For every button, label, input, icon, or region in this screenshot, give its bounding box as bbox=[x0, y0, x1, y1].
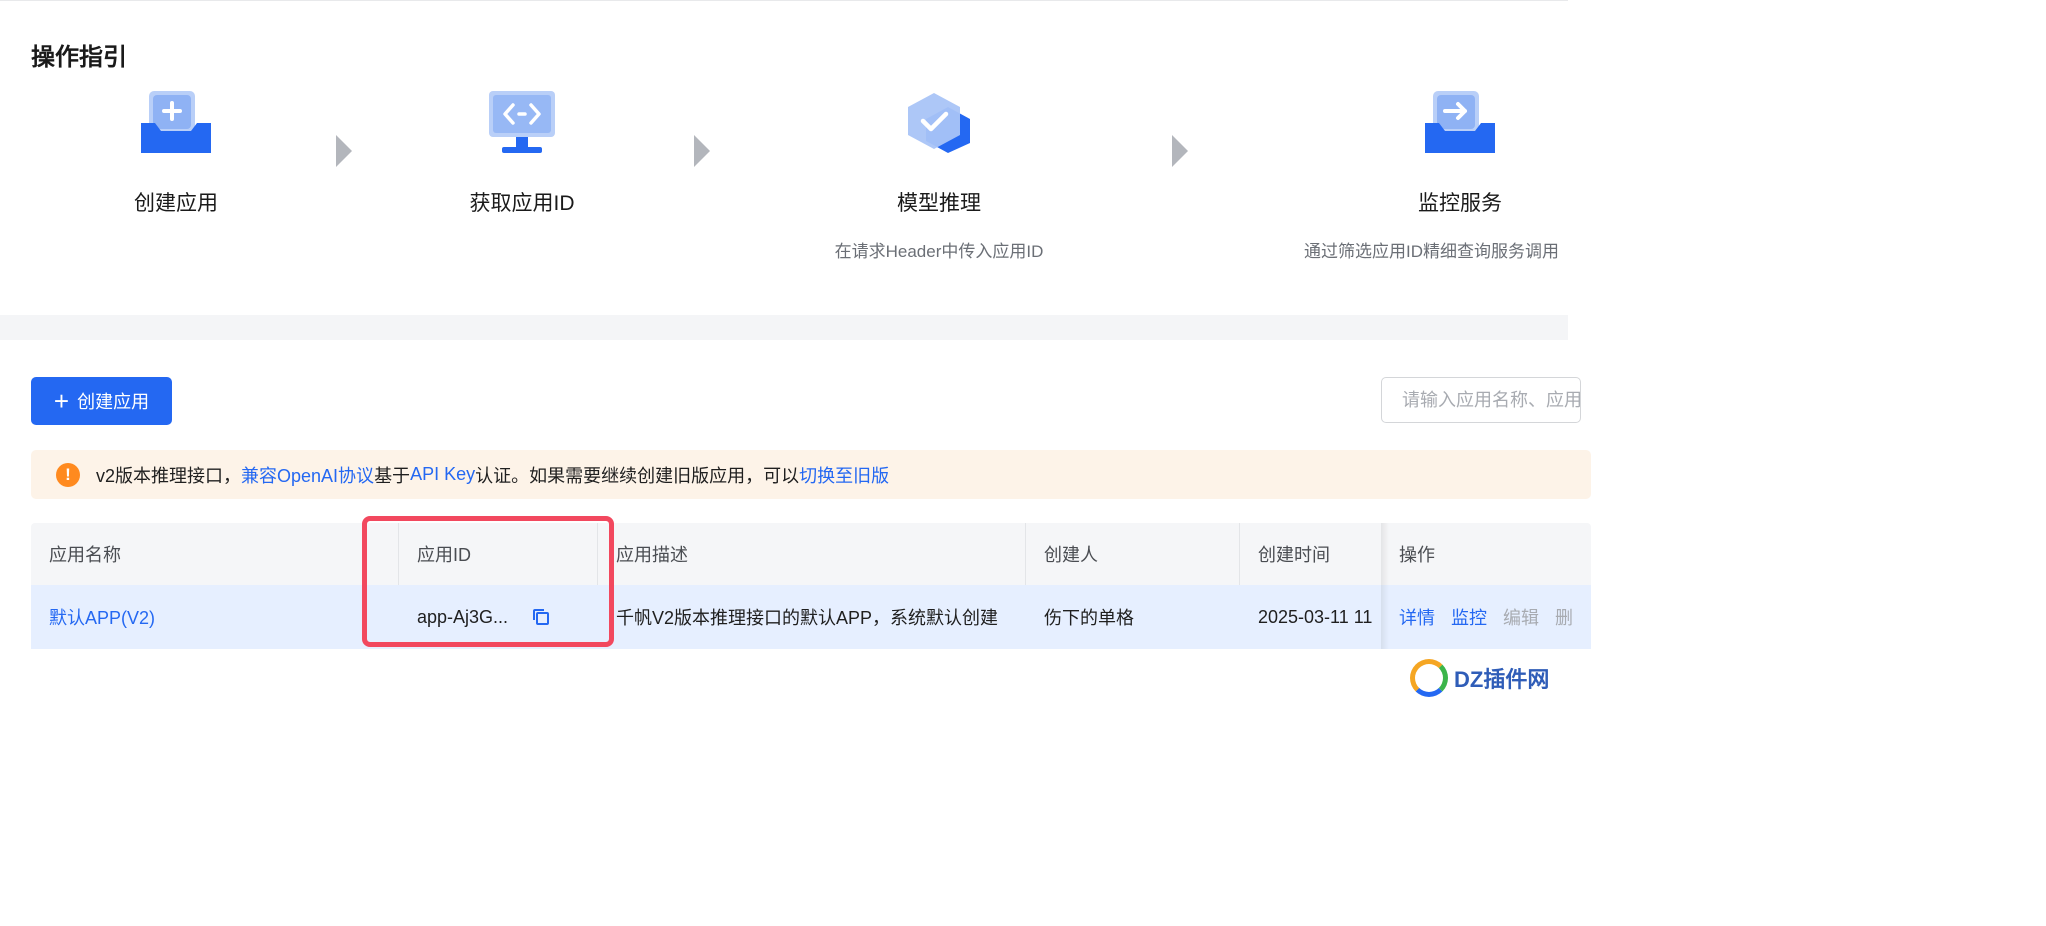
guide-step-label: 获取应用ID bbox=[469, 192, 575, 215]
app-id-value: app-Aj3G... bbox=[417, 606, 509, 627]
app-name-cell: 默认APP(V2) bbox=[31, 585, 361, 649]
operation-guide-panel: 操作指引 创建应用 获取应用ID 模型推理 在请求Header中传入应用ID 监… bbox=[0, 0, 1568, 316]
notice-banner: ! v2版本推理接口， 兼容OpenAI协议 基于 API Key 认证。如果需要继续创… bbox=[31, 450, 1591, 499]
watermark-text: DZ插件网 bbox=[1454, 667, 1550, 692]
guide-step-desc: 在请求Header中传入应用ID bbox=[834, 242, 1044, 261]
warning-icon: ! bbox=[56, 462, 80, 487]
column-header-desc: 应用描述 bbox=[616, 545, 688, 565]
api-key-link[interactable]: API Key bbox=[410, 464, 475, 485]
chevron-right-icon bbox=[1172, 135, 1188, 167]
sticky-column-shadow bbox=[1381, 523, 1389, 649]
app-id-cell: app-Aj3G... bbox=[399, 585, 597, 649]
app-table: 应用名称 应用ID 应用描述 创建人 创建时间 操作 默认APP(V2) app… bbox=[31, 523, 1591, 649]
guide-step-desc: 通过筛选应用ID精细查询服务调用 bbox=[1304, 242, 1559, 261]
chevron-right-icon bbox=[694, 135, 710, 167]
guide-title: 操作指引 bbox=[31, 44, 127, 71]
creator-cell: 伤下的单格 bbox=[1044, 608, 1134, 628]
guide-step-get-app-id: 获取应用ID bbox=[372, 89, 672, 217]
monitor-service-icon bbox=[1425, 89, 1495, 159]
column-header-created-at: 创建时间 bbox=[1258, 545, 1330, 565]
column-header-creator: 创建人 bbox=[1044, 545, 1098, 565]
create-app-icon bbox=[141, 89, 211, 159]
guide-step-label: 创建应用 bbox=[134, 192, 218, 215]
section-divider bbox=[0, 315, 1568, 340]
watermark-icon bbox=[1410, 659, 1448, 697]
openai-compat-link[interactable]: 兼容OpenAI协议 bbox=[241, 462, 374, 488]
created-at-cell: 2025-03-11 11 bbox=[1258, 606, 1373, 627]
guide-step-label: 监控服务 bbox=[1418, 192, 1502, 215]
edit-link[interactable]: 编辑 bbox=[1503, 604, 1539, 630]
notice-text-prefix: v2版本推理接口， bbox=[96, 465, 242, 486]
search-input[interactable]: 请输入应用名称、应用 bbox=[1381, 377, 1581, 423]
app-name-link[interactable]: 默认APP(V2) bbox=[49, 604, 155, 630]
guide-step-label: 模型推理 bbox=[897, 192, 981, 215]
actions-cell: 详情 监控 编辑 删 bbox=[1381, 585, 1591, 649]
watermark-logo: DZ插件网 bbox=[1410, 655, 1560, 701]
column-header-actions: 操作 bbox=[1399, 545, 1435, 565]
column-header-name: 应用名称 bbox=[49, 545, 121, 565]
chevron-right-icon bbox=[336, 135, 352, 167]
table-header: 应用名称 应用ID 应用描述 创建人 创建时间 操作 bbox=[31, 523, 1591, 585]
create-app-button[interactable]: + 创建应用 bbox=[31, 377, 172, 425]
switch-legacy-link[interactable]: 切换至旧版 bbox=[799, 462, 889, 488]
table-row: 默认APP(V2) app-Aj3G... 千帆V2版本推理接口的默认APP，系… bbox=[31, 585, 1591, 649]
notice-text-mid: 认证。如果需要继续创建旧版应用，可以 bbox=[475, 465, 800, 486]
guide-step-monitor-service: 监控服务 通过筛选应用ID精细查询服务调用 bbox=[1304, 89, 1610, 262]
monitor-link[interactable]: 监控 bbox=[1451, 604, 1487, 630]
notice-text-mid: 基于 bbox=[374, 465, 411, 486]
detail-link[interactable]: 详情 bbox=[1399, 604, 1435, 630]
get-app-id-icon bbox=[487, 89, 557, 159]
guide-step-create-app: 创建应用 bbox=[26, 89, 326, 217]
create-app-button-label: 创建应用 bbox=[77, 392, 150, 412]
app-desc-cell: 千帆V2版本推理接口的默认APP，系统默认创建 bbox=[616, 608, 999, 628]
delete-link[interactable]: 删 bbox=[1555, 604, 1573, 630]
guide-step-model-inference: 模型推理 在请求Header中传入应用ID bbox=[789, 89, 1089, 262]
model-inference-icon bbox=[904, 89, 974, 159]
copy-icon[interactable] bbox=[532, 608, 550, 626]
plus-icon: + bbox=[53, 386, 70, 416]
column-header-app-id: 应用ID bbox=[417, 545, 471, 565]
